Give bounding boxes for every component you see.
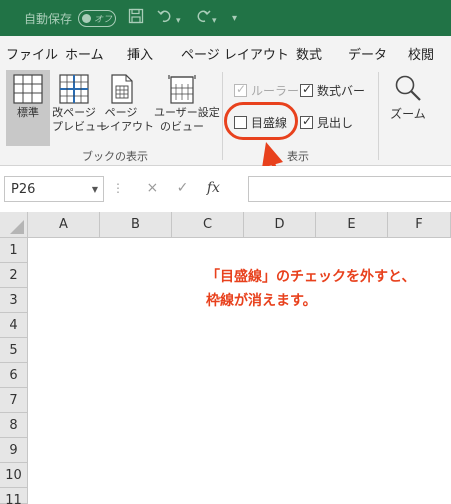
row-header[interactable]: 2 bbox=[0, 263, 28, 288]
worksheet-grid[interactable]: A B C D E F 1 2 3 4 5 6 7 8 9 10 11 bbox=[0, 212, 451, 504]
column-header-b[interactable]: B bbox=[100, 212, 172, 238]
row-header[interactable]: 1 bbox=[0, 238, 28, 263]
column-header-e[interactable]: E bbox=[316, 212, 388, 238]
name-box-value: P26 bbox=[11, 182, 36, 197]
more-icon: ⋮ bbox=[112, 181, 124, 195]
row-header[interactable]: 7 bbox=[0, 388, 28, 413]
row-header[interactable]: 6 bbox=[0, 363, 28, 388]
row-header[interactable]: 10 bbox=[0, 463, 28, 488]
annotation-line-2: 枠線が消えます。 bbox=[206, 293, 317, 309]
column-header-c[interactable]: C bbox=[172, 212, 244, 238]
chevron-down-icon[interactable]: ▼ bbox=[92, 185, 98, 194]
select-all-corner[interactable] bbox=[0, 212, 28, 238]
row-header[interactable]: 4 bbox=[0, 313, 28, 338]
row-header[interactable]: 11 bbox=[0, 488, 28, 504]
insert-function-icon[interactable]: fx bbox=[207, 180, 220, 196]
column-header-f[interactable]: F bbox=[388, 212, 451, 238]
row-header[interactable]: 9 bbox=[0, 438, 28, 463]
column-header-a[interactable]: A bbox=[28, 212, 100, 238]
formula-bar-area: P26 ▼ ⋮ × ✓ fx bbox=[0, 166, 451, 212]
formula-input[interactable] bbox=[248, 176, 451, 202]
enter-icon[interactable]: ✓ bbox=[177, 180, 189, 196]
row-header[interactable]: 3 bbox=[0, 288, 28, 313]
row-header[interactable]: 8 bbox=[0, 413, 28, 438]
annotation-line-1: 「目盛線」のチェックを外すと、 bbox=[206, 269, 416, 285]
column-header-d[interactable]: D bbox=[244, 212, 316, 238]
row-header[interactable]: 5 bbox=[0, 338, 28, 363]
name-box[interactable]: P26 ▼ bbox=[4, 176, 104, 202]
formula-buttons: ⋮ × ✓ fx bbox=[112, 180, 220, 196]
cancel-icon[interactable]: × bbox=[146, 180, 158, 196]
